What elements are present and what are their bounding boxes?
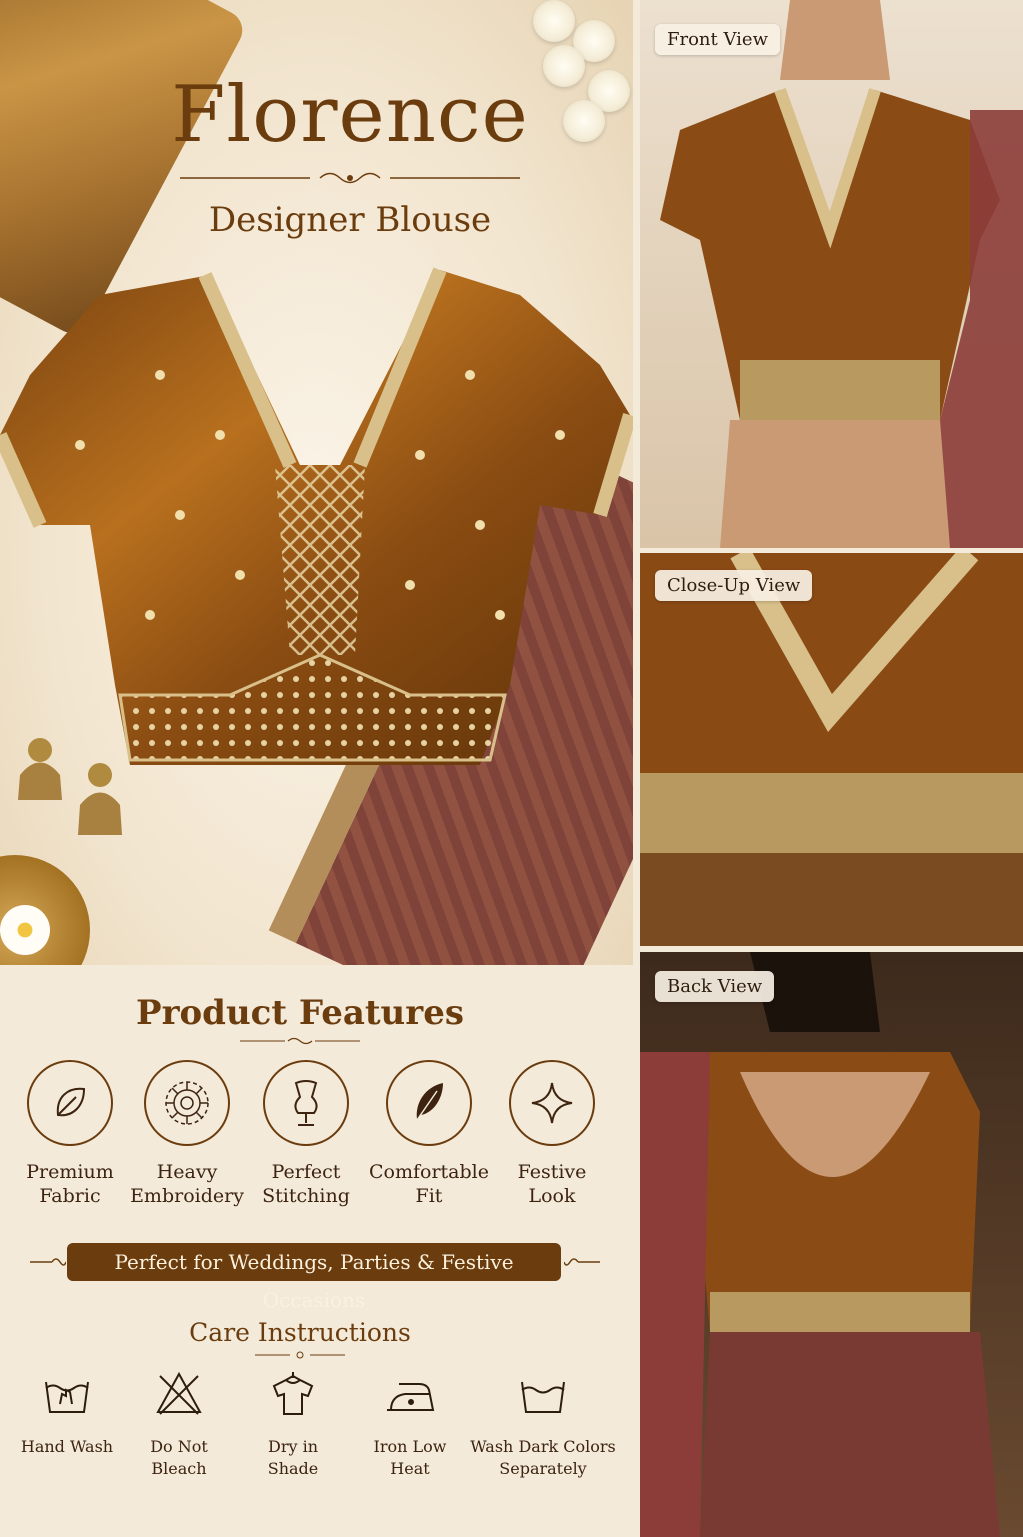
feature-label-line1: Heavy [156, 1161, 218, 1183]
iron-low-icon [387, 1383, 435, 1411]
ornamental-divider [180, 172, 520, 184]
feature-label-line2: Look [528, 1185, 576, 1207]
feature-label-line1: Festive [517, 1161, 587, 1183]
feature-premium-fabric: Premium Fabric [10, 1060, 130, 1208]
care-wash-dark-separately: Wash Dark Colors Separately [463, 1368, 623, 1480]
occasion-text: Perfect for Weddings, Parties & Festive … [67, 1243, 561, 1312]
brand-subtitle: Designer Blouse [208, 200, 492, 240]
left-ornament-icon [30, 1258, 66, 1266]
feature-label-line2: Stitching [262, 1185, 350, 1207]
feature-perfect-stitching: Perfect Stitching [246, 1060, 366, 1208]
ornamental-divider [240, 1037, 360, 1045]
sparkle-icon [509, 1060, 595, 1146]
care-label-line1: Iron Low [373, 1437, 447, 1456]
hero-panel: Florence Designer Blouse [0, 0, 633, 965]
care-iron-low-heat: Iron Low Heat [340, 1368, 480, 1480]
back-view-illustration [640, 952, 1000, 1537]
wash-dark-icon [521, 1381, 565, 1413]
no-bleach-icon [156, 1371, 202, 1415]
care-label-line2: Bleach [151, 1459, 207, 1478]
feature-heavy-embroidery: Heavy Embroidery [127, 1060, 247, 1208]
closeup-view-illustration [640, 553, 1023, 946]
feature-label-line2: Fit [415, 1185, 443, 1207]
front-view-illustration [660, 0, 1023, 548]
dry-shade-icon [272, 1372, 314, 1415]
feature-label-line2: Embroidery [130, 1185, 244, 1207]
care-label-line1: Dry in [267, 1437, 319, 1456]
features-title: Product Features [136, 993, 464, 1033]
feather-icon [386, 1060, 472, 1146]
care-label-line2: Heat [390, 1459, 430, 1478]
mandala-icon [144, 1060, 230, 1146]
care-label-line2: Separately [499, 1459, 587, 1478]
care-label-line2: Shade [267, 1459, 319, 1478]
dress-form-icon [263, 1060, 349, 1146]
care-label-line1: Hand Wash [20, 1437, 114, 1456]
feature-festive-look: Festive Look [492, 1060, 612, 1208]
column-gap [633, 0, 640, 1537]
occasion-banner: Perfect for Weddings, Parties & Festive … [30, 1243, 600, 1312]
blouse-product-image [0, 267, 633, 765]
hand-wash-icon [45, 1381, 89, 1413]
features-section: Product Features Premium Fabric Heavy Embr… [0, 965, 633, 1537]
back-view-label: Back View [655, 971, 775, 1002]
feature-label-line2: Fabric [39, 1185, 101, 1207]
care-label-line1: Do Not [150, 1437, 208, 1456]
front-view-label: Front View [655, 24, 780, 55]
closeup-view-photo: Close-Up View [640, 553, 1023, 946]
feature-label-line1: Perfect [271, 1161, 341, 1183]
right-ornament-icon [564, 1258, 600, 1266]
care-label-line1: Wash Dark Colors [470, 1437, 616, 1456]
jhumka-earrings [18, 738, 122, 835]
feature-label-line1: Premium [26, 1161, 114, 1183]
brand-title: Florence [171, 70, 529, 160]
feature-label-line1: Comfortable [369, 1161, 489, 1183]
care-title: Care Instructions [189, 1318, 411, 1347]
feature-comfortable-fit: Comfortable Fit [369, 1060, 489, 1208]
front-view-photo: Front View [640, 0, 1023, 548]
ornamental-divider [255, 1351, 345, 1359]
closeup-view-label: Close-Up View [655, 570, 813, 601]
leaf-icon [27, 1060, 113, 1146]
white-flower [0, 905, 50, 955]
back-view-photo: Back View [640, 952, 1023, 1537]
